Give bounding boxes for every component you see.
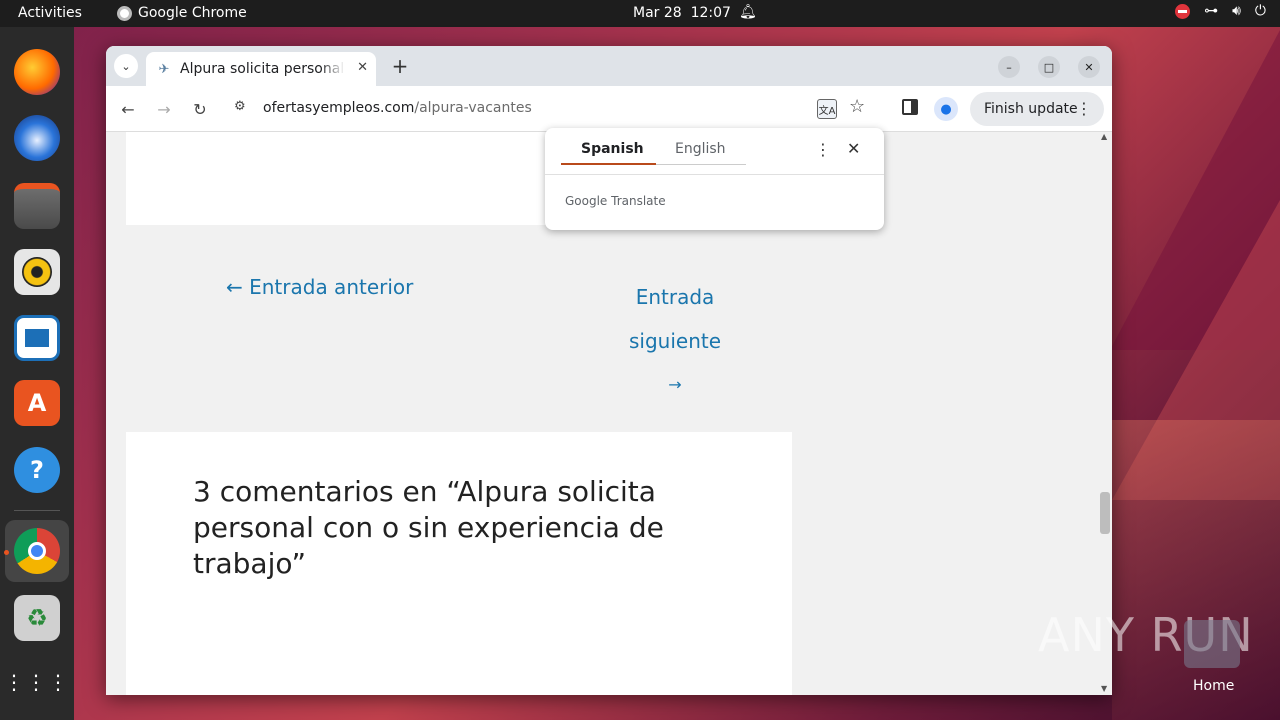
comments-section: 3 comentarios en “Alpura solicita person… bbox=[126, 432, 792, 695]
forward-button[interactable]: → bbox=[152, 97, 176, 121]
reload-button[interactable]: ↻ bbox=[188, 97, 212, 121]
active-tab[interactable]: ✈ Alpura solicita personal con o sin exp… bbox=[146, 52, 376, 86]
minimize-button[interactable]: – bbox=[998, 56, 1020, 78]
show-apps-icon[interactable]: ⋮⋮⋮ bbox=[4, 659, 68, 705]
notification-bell-icon[interactable]: 🔔︎ bbox=[739, 4, 757, 20]
more-menu-icon[interactable]: ⋮ bbox=[1076, 99, 1092, 118]
app-menu[interactable]: Google Chrome bbox=[117, 5, 247, 21]
comments-title: 3 comentarios en “Alpura solicita person… bbox=[193, 475, 664, 580]
google-translate-brand: Google Translate bbox=[565, 194, 666, 208]
popup-divider bbox=[545, 174, 884, 175]
home-folder-icon[interactable] bbox=[1184, 620, 1240, 668]
help-icon[interactable]: ? bbox=[14, 447, 60, 493]
browser-toolbar: ← → ↻ ⚙ ofertasyempleos.com/alpura-vacan… bbox=[106, 86, 1112, 132]
scroll-up-arrow-icon[interactable]: ▲ bbox=[1101, 132, 1107, 141]
next-post-arrow: → bbox=[668, 375, 682, 394]
next-post-line1: Entrada bbox=[635, 285, 715, 309]
translate-icon[interactable]: 文A bbox=[817, 99, 837, 119]
translate-options-icon[interactable]: ⋮ bbox=[815, 140, 831, 159]
bookmark-star-icon[interactable]: ☆ bbox=[849, 96, 865, 117]
volume-icon[interactable]: 🔊︎ bbox=[1232, 3, 1241, 19]
previous-post-link[interactable]: ← Entrada anterior bbox=[226, 275, 413, 299]
site-favicon-icon: ✈ bbox=[158, 61, 170, 77]
dock-separator bbox=[14, 510, 60, 511]
selected-tab-underline bbox=[561, 163, 656, 165]
tab-close-icon[interactable]: ✕ bbox=[357, 60, 368, 75]
site-info-icon[interactable]: ⚙ bbox=[234, 99, 246, 114]
firefox-icon[interactable] bbox=[14, 49, 60, 95]
thunderbird-icon[interactable] bbox=[14, 115, 60, 161]
url-domain: ofertasyempleos.com bbox=[263, 100, 415, 116]
home-label: Home bbox=[1193, 678, 1235, 694]
maximize-button[interactable]: □ bbox=[1038, 56, 1060, 78]
do-not-disturb-icon[interactable] bbox=[1175, 3, 1191, 19]
new-tab-button[interactable]: + bbox=[388, 54, 412, 78]
running-indicator bbox=[4, 550, 9, 555]
rhythmbox-icon[interactable] bbox=[14, 249, 60, 295]
network-icon[interactable]: ⊶ bbox=[1204, 3, 1218, 19]
clock-time: 12:07 bbox=[690, 5, 731, 21]
close-window-button[interactable]: ✕ bbox=[1078, 56, 1100, 78]
side-panel-icon[interactable] bbox=[902, 99, 918, 115]
next-post-link[interactable]: Entrada siguiente → bbox=[620, 275, 730, 407]
tab-strip: ⌄ ✈ Alpura solicita personal con o sin e… bbox=[106, 46, 1112, 86]
next-post-line2: siguiente bbox=[628, 329, 722, 353]
chrome-icon[interactable] bbox=[14, 528, 60, 574]
tab-english[interactable]: English bbox=[675, 141, 726, 157]
profile-avatar-icon[interactable]: ● bbox=[934, 97, 958, 121]
finish-update-button[interactable]: Finish update ⋮ bbox=[970, 92, 1104, 126]
tab-search-button[interactable]: ⌄ bbox=[114, 54, 138, 78]
chrome-center-icon bbox=[28, 542, 46, 560]
scroll-down-arrow-icon[interactable]: ▼ bbox=[1101, 684, 1107, 693]
app-center-icon[interactable]: A bbox=[14, 380, 60, 426]
clock-date: Mar 28 bbox=[633, 5, 682, 21]
translate-close-icon[interactable]: ✕ bbox=[847, 139, 860, 158]
activities-button[interactable]: Activities bbox=[18, 5, 82, 21]
top-bar: Activities Google Chrome Mar 28 12:07 🔔︎… bbox=[0, 0, 1280, 27]
dock: A ? ♻ ⋮⋮⋮ bbox=[0, 27, 74, 720]
document-icon bbox=[25, 329, 49, 347]
writer-icon[interactable] bbox=[14, 315, 60, 361]
tab-title: Alpura solicita personal con o sin exper… bbox=[180, 61, 345, 77]
app-name: Google Chrome bbox=[138, 5, 247, 21]
trash-icon[interactable]: ♻ bbox=[14, 595, 60, 641]
scroll-thumb[interactable] bbox=[1100, 492, 1110, 534]
power-icon[interactable]: ⏻ bbox=[1255, 3, 1266, 19]
finish-update-label: Finish update bbox=[984, 101, 1078, 117]
address-bar[interactable]: ⚙ ofertasyempleos.com/alpura-vacantes 文A… bbox=[226, 92, 966, 126]
tab-spanish[interactable]: Spanish bbox=[581, 141, 644, 157]
chrome-small-icon bbox=[117, 5, 132, 21]
system-tray[interactable]: ⊶ 🔊︎ ⏻ bbox=[1175, 3, 1266, 19]
back-button[interactable]: ← bbox=[116, 97, 140, 121]
url-path: /alpura-vacantes bbox=[414, 100, 532, 116]
speaker-icon bbox=[22, 257, 52, 287]
files-icon[interactable] bbox=[14, 183, 60, 229]
clock[interactable]: Mar 28 12:07 bbox=[633, 5, 731, 21]
tab-baseline bbox=[656, 164, 746, 165]
url-text: ofertasyempleos.com/alpura-vacantes bbox=[263, 100, 532, 116]
translate-popup: Spanish English ⋮ ✕ Google Translate bbox=[545, 128, 884, 230]
